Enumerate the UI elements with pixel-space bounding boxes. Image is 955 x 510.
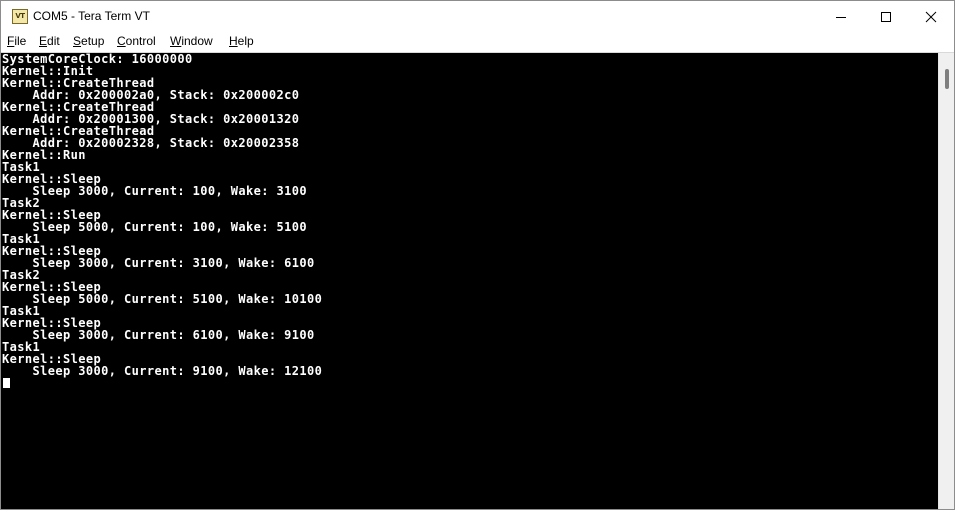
terminal-line: Sleep 3000, Current: 100, Wake: 3100: [2, 184, 307, 198]
close-icon: [925, 11, 937, 22]
window-title: COM5 - Tera Term VT: [33, 9, 150, 23]
menu-setup-label: etup: [81, 34, 105, 48]
menu-help-accel: H: [229, 34, 238, 48]
minimize-icon: [836, 16, 846, 18]
app-icon[interactable]: VT: [12, 9, 28, 24]
terminal-line: Kernel::Run: [2, 148, 86, 162]
menu-window[interactable]: Window: [170, 34, 213, 48]
menu-bar: File Edit Setup Control Window Help: [1, 32, 954, 53]
menu-control[interactable]: Control: [117, 34, 156, 48]
title-bar[interactable]: VT COM5 - Tera Term VT: [1, 1, 954, 32]
terminal-line: Sleep 3000, Current: 9100, Wake: 12100: [2, 364, 323, 378]
menu-control-label: ontrol: [125, 34, 156, 48]
menu-control-accel: C: [117, 34, 126, 48]
menu-setup[interactable]: Setup: [73, 34, 104, 48]
menu-help[interactable]: Help: [229, 34, 254, 48]
maximize-button[interactable]: [863, 1, 909, 32]
terminal-cursor: [3, 378, 10, 388]
menu-setup-accel: S: [73, 34, 82, 48]
menu-file[interactable]: File: [7, 34, 26, 48]
menu-edit[interactable]: Edit: [39, 34, 60, 48]
menu-help-label: elp: [237, 34, 254, 48]
app-window: VT COM5 - Tera Term VT File Edit Setup C…: [0, 0, 955, 510]
minimize-button[interactable]: [818, 1, 864, 32]
terminal-line: Sleep 5000, Current: 100, Wake: 5100: [2, 220, 307, 234]
terminal-output: SystemCoreClock: 16000000 Kernel::Init Ker…: [2, 53, 322, 377]
terminal-line: Sleep 3000, Current: 6100, Wake: 9100: [2, 328, 315, 342]
menu-window-label: indow: [181, 34, 213, 48]
vertical-scrollbar[interactable]: [938, 53, 954, 509]
scrollbar-thumb[interactable]: [945, 69, 949, 89]
terminal-screen[interactable]: SystemCoreClock: 16000000 Kernel::Init Ker…: [1, 53, 938, 509]
terminal-line: Sleep 5000, Current: 5100, Wake: 10100: [2, 292, 323, 306]
menu-edit-accel: E: [39, 34, 48, 48]
menu-edit-label: dit: [47, 34, 60, 48]
terminal-line: Sleep 3000, Current: 3100, Wake: 6100: [2, 256, 315, 270]
menu-window-accel: W: [170, 34, 182, 48]
close-button[interactable]: [908, 1, 954, 32]
maximize-icon: [881, 11, 891, 22]
menu-file-label: ile: [14, 34, 27, 48]
